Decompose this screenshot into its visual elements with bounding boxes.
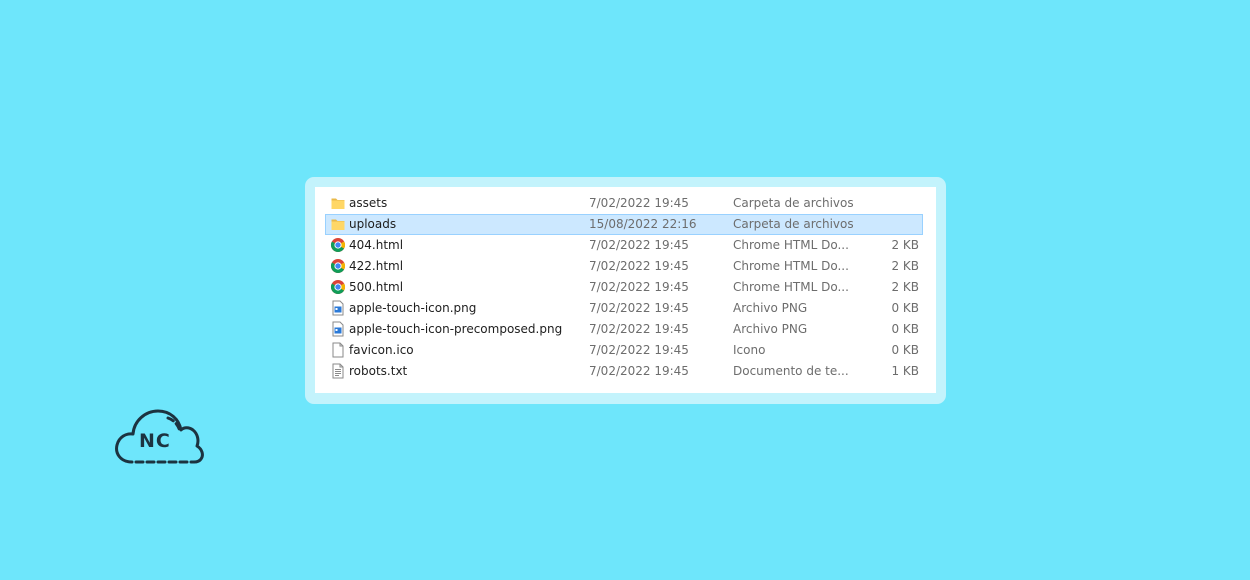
file-type: Archivo PNG	[733, 322, 808, 336]
file-date-modified: 7/02/2022 19:45	[589, 280, 689, 294]
file-row[interactable]: 404.html 7/02/2022 19:45 Chrome HTML Do...…	[325, 235, 923, 256]
file-name: 500.html	[349, 280, 404, 294]
file-size: 2 KB	[891, 238, 919, 252]
file-date-modified: 7/02/2022 19:45	[589, 322, 689, 336]
blank-file-icon	[330, 342, 346, 358]
file-name: apple-touch-icon-precomposed.png	[349, 322, 563, 336]
file-type: Carpeta de archivos	[733, 217, 854, 231]
image-file-icon	[330, 321, 346, 337]
folder-icon	[330, 195, 346, 211]
file-size: 0 KB	[891, 301, 919, 315]
file-name: robots.txt	[349, 364, 408, 378]
file-row[interactable]: 500.html 7/02/2022 19:45 Chrome HTML Do...…	[325, 277, 923, 298]
file-name: assets	[349, 196, 388, 210]
chrome-icon	[330, 279, 346, 295]
file-name: 404.html	[349, 238, 404, 252]
file-size: 0 KB	[891, 343, 919, 357]
text-file-icon	[330, 363, 346, 379]
file-type: Icono	[733, 343, 766, 357]
file-list: assets 7/02/2022 19:45 Carpeta de archivos…	[325, 193, 923, 382]
page: assets 7/02/2022 19:45 Carpeta de archivos…	[0, 0, 1250, 580]
file-row[interactable]: uploads 15/08/2022 22:16 Carpeta de archiv…	[325, 214, 923, 235]
file-row[interactable]: apple-touch-icon-precomposed.png 7/02/202…	[325, 319, 923, 340]
file-name: favicon.ico	[349, 343, 414, 357]
file-type: Carpeta de archivos	[733, 196, 854, 210]
file-list-panel: assets 7/02/2022 19:45 Carpeta de archivos…	[315, 187, 936, 393]
file-type: Chrome HTML Do...	[733, 280, 849, 294]
file-size: 2 KB	[891, 259, 919, 273]
file-row[interactable]: 422.html 7/02/2022 19:45 Chrome HTML Do...…	[325, 256, 923, 277]
image-file-icon	[330, 300, 346, 316]
folder-icon	[330, 216, 346, 232]
file-name: 422.html	[349, 259, 404, 273]
chrome-icon	[330, 237, 346, 253]
file-row[interactable]: robots.txt 7/02/2022 19:45 Documento de te…	[325, 361, 923, 382]
chrome-icon	[330, 258, 346, 274]
file-row[interactable]: apple-touch-icon.png 7/02/2022 19:45 Archi…	[325, 298, 923, 319]
file-name: apple-touch-icon.png	[349, 301, 477, 315]
file-date-modified: 7/02/2022 19:45	[589, 238, 689, 252]
file-row[interactable]: favicon.ico 7/02/2022 19:45 Icono 0 KB	[325, 340, 923, 361]
file-date-modified: 7/02/2022 19:45	[589, 301, 689, 315]
file-size: 0 KB	[891, 322, 919, 336]
file-date-modified: 7/02/2022 19:45	[589, 364, 689, 378]
file-name: uploads	[349, 217, 397, 231]
file-row[interactable]: assets 7/02/2022 19:45 Carpeta de archivos	[325, 193, 923, 214]
file-size: 2 KB	[891, 280, 919, 294]
file-type: Chrome HTML Do...	[733, 238, 849, 252]
file-type: Documento de te...	[733, 364, 849, 378]
file-type: Chrome HTML Do...	[733, 259, 849, 273]
file-type: Archivo PNG	[733, 301, 808, 315]
file-date-modified: 7/02/2022 19:45	[589, 259, 689, 273]
logo-text: NC	[139, 430, 171, 452]
file-date-modified: 15/08/2022 22:16	[589, 217, 697, 231]
file-date-modified: 7/02/2022 19:45	[589, 343, 689, 357]
file-size: 1 KB	[891, 364, 919, 378]
file-date-modified: 7/02/2022 19:45	[589, 196, 689, 210]
file-explorer-frame: assets 7/02/2022 19:45 Carpeta de archivos…	[305, 177, 946, 404]
nc-logo: NC	[112, 406, 206, 466]
